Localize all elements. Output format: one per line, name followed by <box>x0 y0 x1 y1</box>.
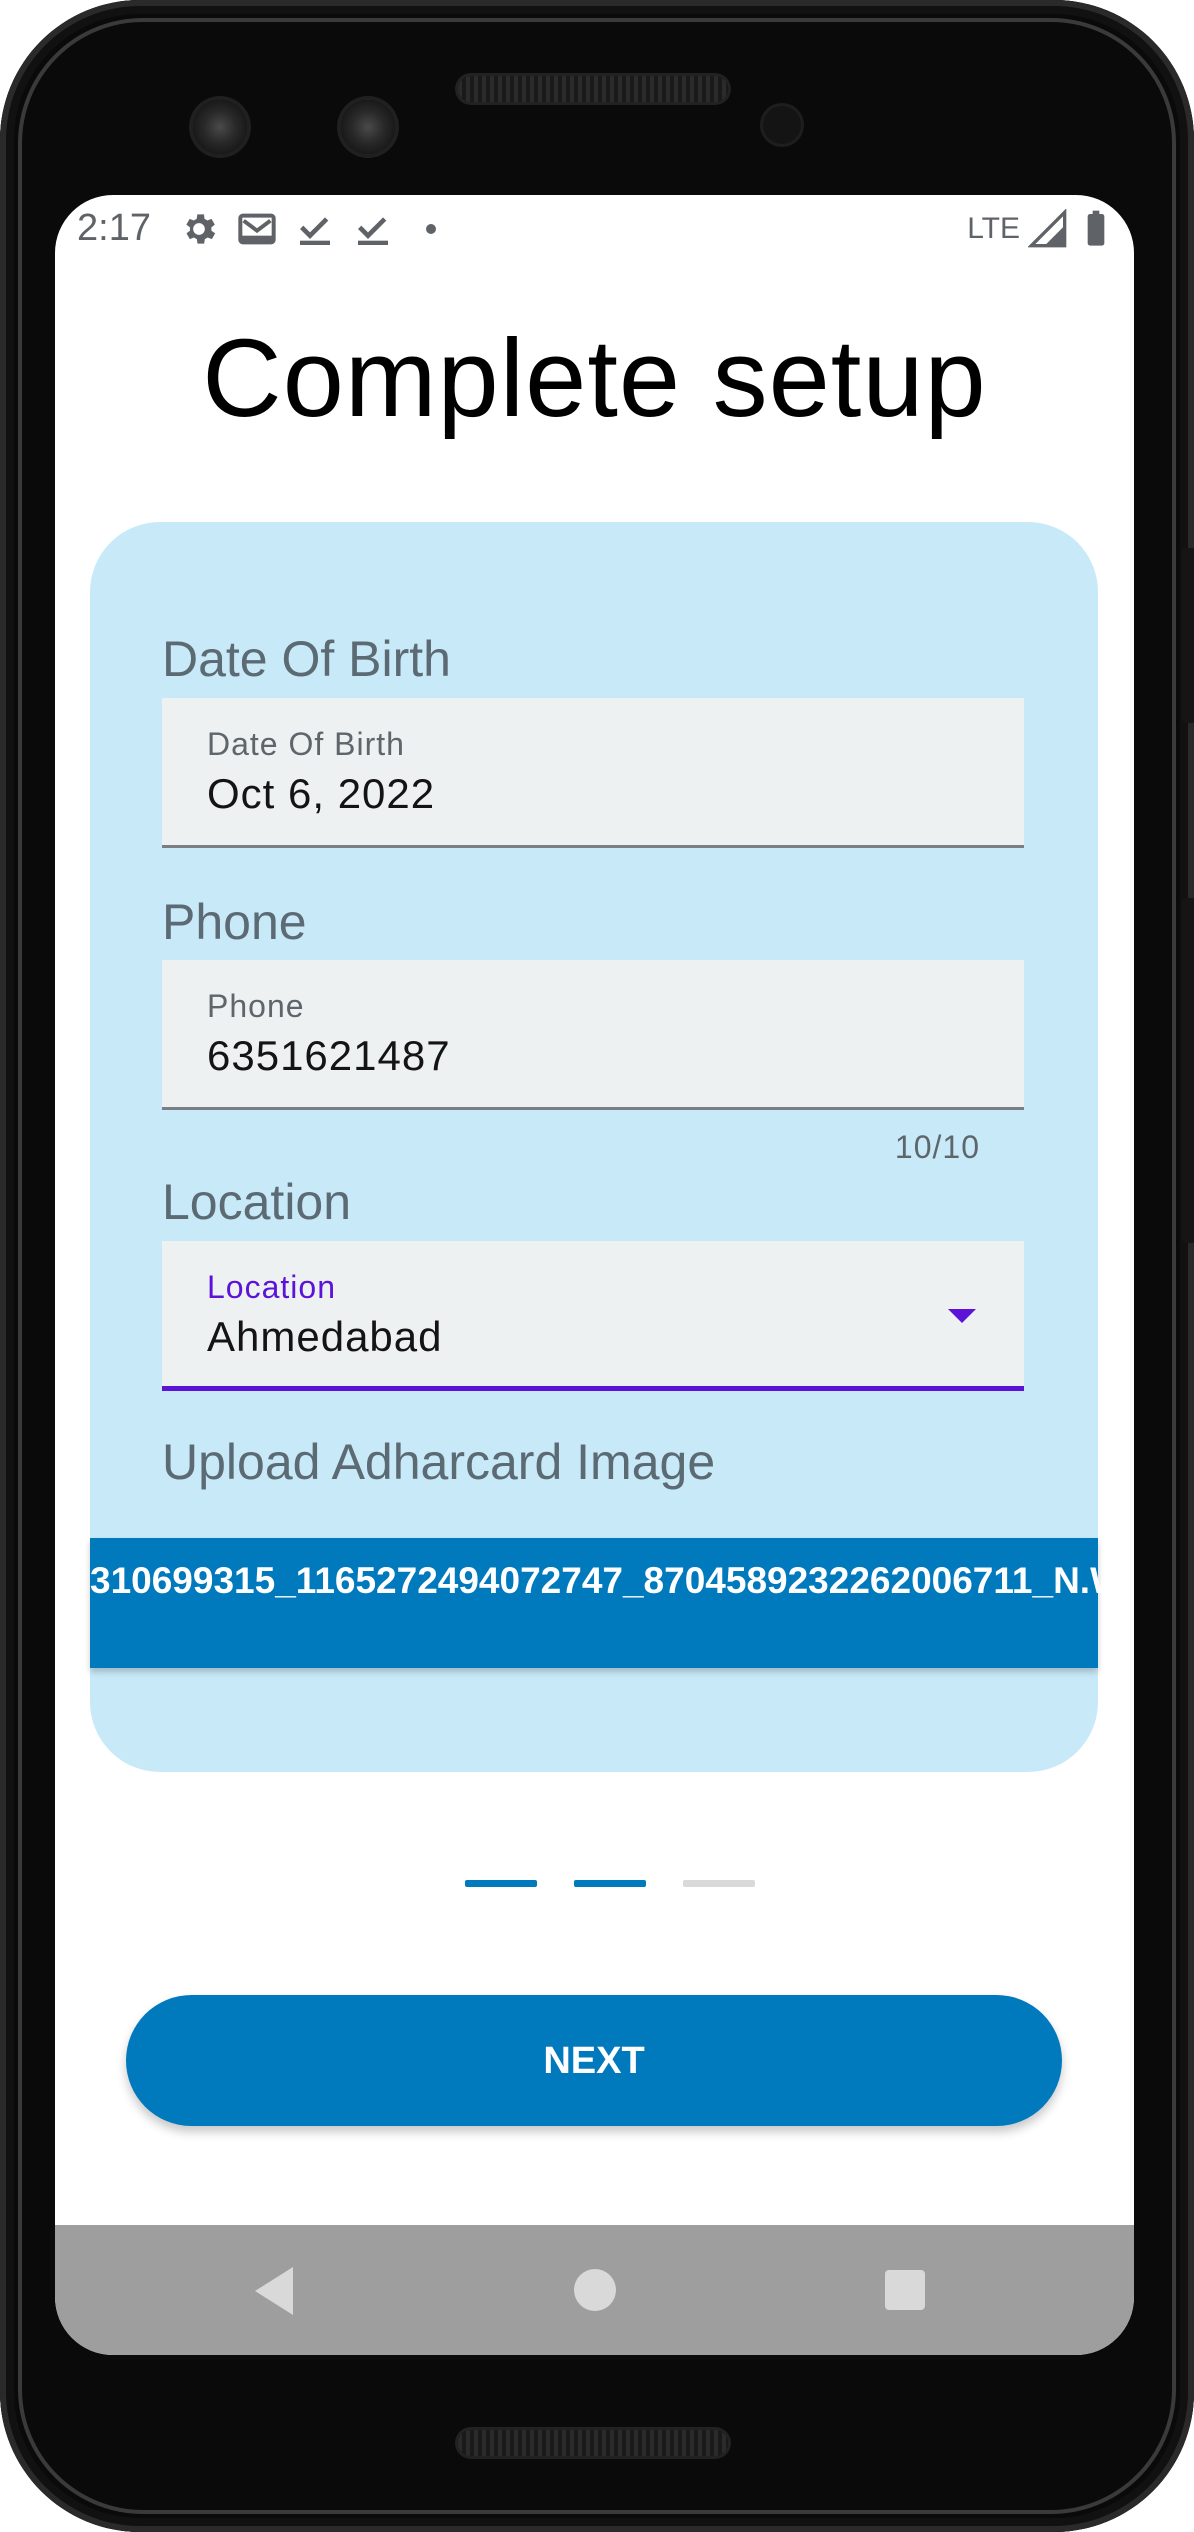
earpiece-speaker <box>458 76 728 102</box>
front-camera-icon <box>341 100 395 154</box>
page-title: Complete setup <box>202 317 987 440</box>
upload-section-label: Upload Adharcard Image <box>162 1434 716 1490</box>
volume-button <box>1182 898 1194 1243</box>
network-type: LTE <box>967 212 1020 245</box>
bottom-speaker <box>458 2430 728 2456</box>
front-camera-icon <box>193 100 247 154</box>
location-dropdown[interactable]: Location Ahmedabad <box>162 1241 1024 1391</box>
system-nav-bar <box>55 2225 1134 2355</box>
back-icon[interactable] <box>255 2267 293 2315</box>
phone-section-label: Phone <box>162 894 307 950</box>
home-icon[interactable] <box>574 2269 616 2311</box>
power-button <box>1182 548 1194 723</box>
status-right: LTE <box>967 209 1116 249</box>
check-download-icon <box>357 216 388 245</box>
signal-icon <box>1028 209 1067 248</box>
gear-icon <box>186 213 216 244</box>
dob-field-label: Date Of Birth <box>207 726 405 762</box>
chevron-down-icon[interactable] <box>948 1309 976 1323</box>
dob-field[interactable]: Date Of Birth Oct 6, 2022 <box>162 698 1024 848</box>
status-bar: 2:17 LTE <box>55 195 1134 265</box>
recent-apps-icon[interactable] <box>885 2270 925 2310</box>
location-field-label: Location <box>207 1269 336 1305</box>
status-left: 2:17 <box>77 207 451 250</box>
page-indicator-step-3 <box>683 1880 755 1887</box>
upload-aadhar-button[interactable]: 310699315_1165272494072747_8704589232262… <box>90 1538 1134 1668</box>
check-download-icon <box>299 216 330 245</box>
next-button[interactable]: NEXT <box>126 1995 1062 2126</box>
phone-frame: 2:17 LTE Complete setup Date Of Birth Da… <box>0 0 1194 2532</box>
dob-section-label: Date Of Birth <box>162 631 451 687</box>
phone-char-counter: 10/10 <box>894 1129 980 1165</box>
phone-field-value: 6351621487 <box>207 1032 451 1079</box>
phone-field-label: Phone <box>207 988 305 1024</box>
page-indicator <box>465 1880 755 1887</box>
proximity-sensor <box>763 106 801 144</box>
location-section-label: Location <box>162 1174 352 1230</box>
phone-field[interactable]: Phone 6351621487 <box>162 960 1024 1110</box>
location-field-value: Ahmedabad <box>207 1313 443 1360</box>
status-time: 2:17 <box>77 207 151 249</box>
gmail-icon <box>238 213 276 244</box>
page-indicator-step-1 <box>465 1880 537 1887</box>
dob-field-value: Oct 6, 2022 <box>207 770 436 817</box>
screen: 2:17 LTE Complete setup Date Of Birth Da… <box>55 195 1134 2355</box>
page-indicator-step-2 <box>574 1880 646 1887</box>
battery-icon <box>1087 210 1105 246</box>
dot-icon <box>425 223 436 234</box>
